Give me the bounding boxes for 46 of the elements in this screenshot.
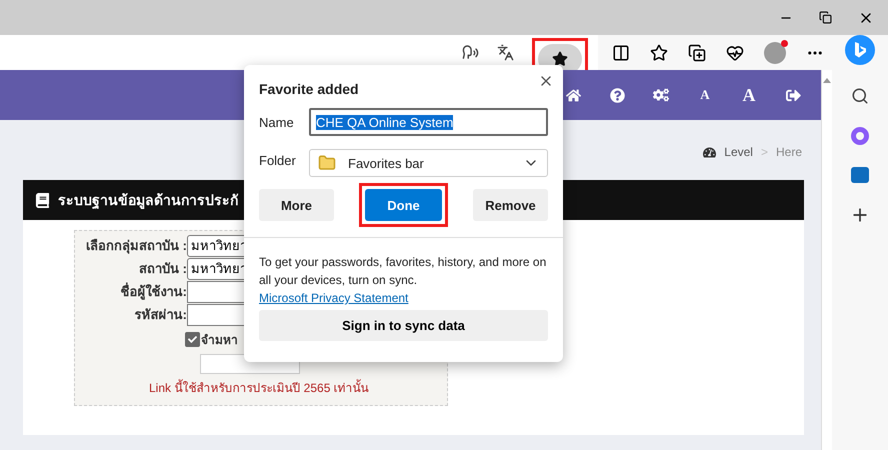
privacy-link[interactable]: Microsoft Privacy Statement bbox=[259, 291, 408, 305]
office-icon[interactable] bbox=[851, 127, 869, 145]
breadcrumb-separator: > bbox=[760, 145, 768, 159]
popup-button[interactable]: Remove bbox=[473, 189, 548, 221]
book-icon bbox=[35, 192, 50, 208]
address-bar[interactable] bbox=[0, 35, 598, 70]
restore-icon[interactable] bbox=[819, 11, 832, 24]
popup-button[interactable]: More bbox=[259, 189, 334, 221]
sign-in-button[interactable]: Sign in to sync data bbox=[259, 310, 548, 341]
card-title: ระบบฐานข้อมูลด้านการประกั bbox=[58, 191, 238, 211]
folder-label: Folder bbox=[259, 152, 297, 168]
popup-title: Favorite added bbox=[259, 81, 360, 99]
heart-pulse-icon[interactable] bbox=[726, 44, 744, 62]
breadcrumb-item[interactable]: Here bbox=[776, 145, 802, 159]
notice-text: Link นี้ใช้สำหรับการประเมินปี 2565 เท่านั้น bbox=[149, 378, 369, 397]
name-field[interactable]: CHE QA Online System bbox=[309, 108, 548, 136]
dashboard-icon bbox=[703, 146, 716, 158]
help-icon[interactable] bbox=[608, 88, 626, 102]
gears-icon[interactable] bbox=[652, 87, 670, 103]
home-icon[interactable] bbox=[564, 88, 582, 102]
scrollbar[interactable] bbox=[821, 70, 832, 450]
font-size-button[interactable]: A bbox=[740, 84, 758, 106]
search-icon[interactable] bbox=[851, 87, 869, 105]
checkbox-label: จำมหา bbox=[201, 332, 238, 349]
name-label: Name bbox=[259, 114, 295, 130]
font-size-button[interactable]: A bbox=[696, 87, 714, 103]
remember-checkbox[interactable] bbox=[185, 332, 200, 347]
field-label: เลือกกลุ่มสถาบัน : bbox=[85, 237, 187, 256]
split-screen-icon[interactable] bbox=[612, 44, 630, 62]
sync-message: To get your passwords, favorites, history, and more on all your devices, turn on sync. bbox=[259, 255, 546, 287]
bing-icon[interactable] bbox=[845, 35, 875, 65]
logout-icon[interactable] bbox=[784, 88, 802, 102]
read-aloud-icon[interactable] bbox=[462, 44, 479, 61]
field-label: รหัสผ่าน: bbox=[134, 306, 187, 324]
collections-icon[interactable] bbox=[688, 44, 706, 62]
check-icon bbox=[188, 335, 197, 344]
folder-dropdown[interactable]: Favorites bar bbox=[309, 149, 548, 177]
field-label: สถาบัน : bbox=[138, 260, 187, 278]
favorites-icon[interactable] bbox=[650, 44, 668, 62]
done-button[interactable]: Done bbox=[365, 189, 442, 221]
translate-icon[interactable] bbox=[497, 44, 514, 61]
folder-icon bbox=[318, 154, 336, 172]
field-label: ชื่อผู้ใช้งาน: bbox=[120, 282, 187, 302]
profile-avatar[interactable] bbox=[764, 42, 786, 64]
breadcrumb-item[interactable]: Level bbox=[724, 145, 753, 159]
star-icon bbox=[552, 50, 568, 66]
